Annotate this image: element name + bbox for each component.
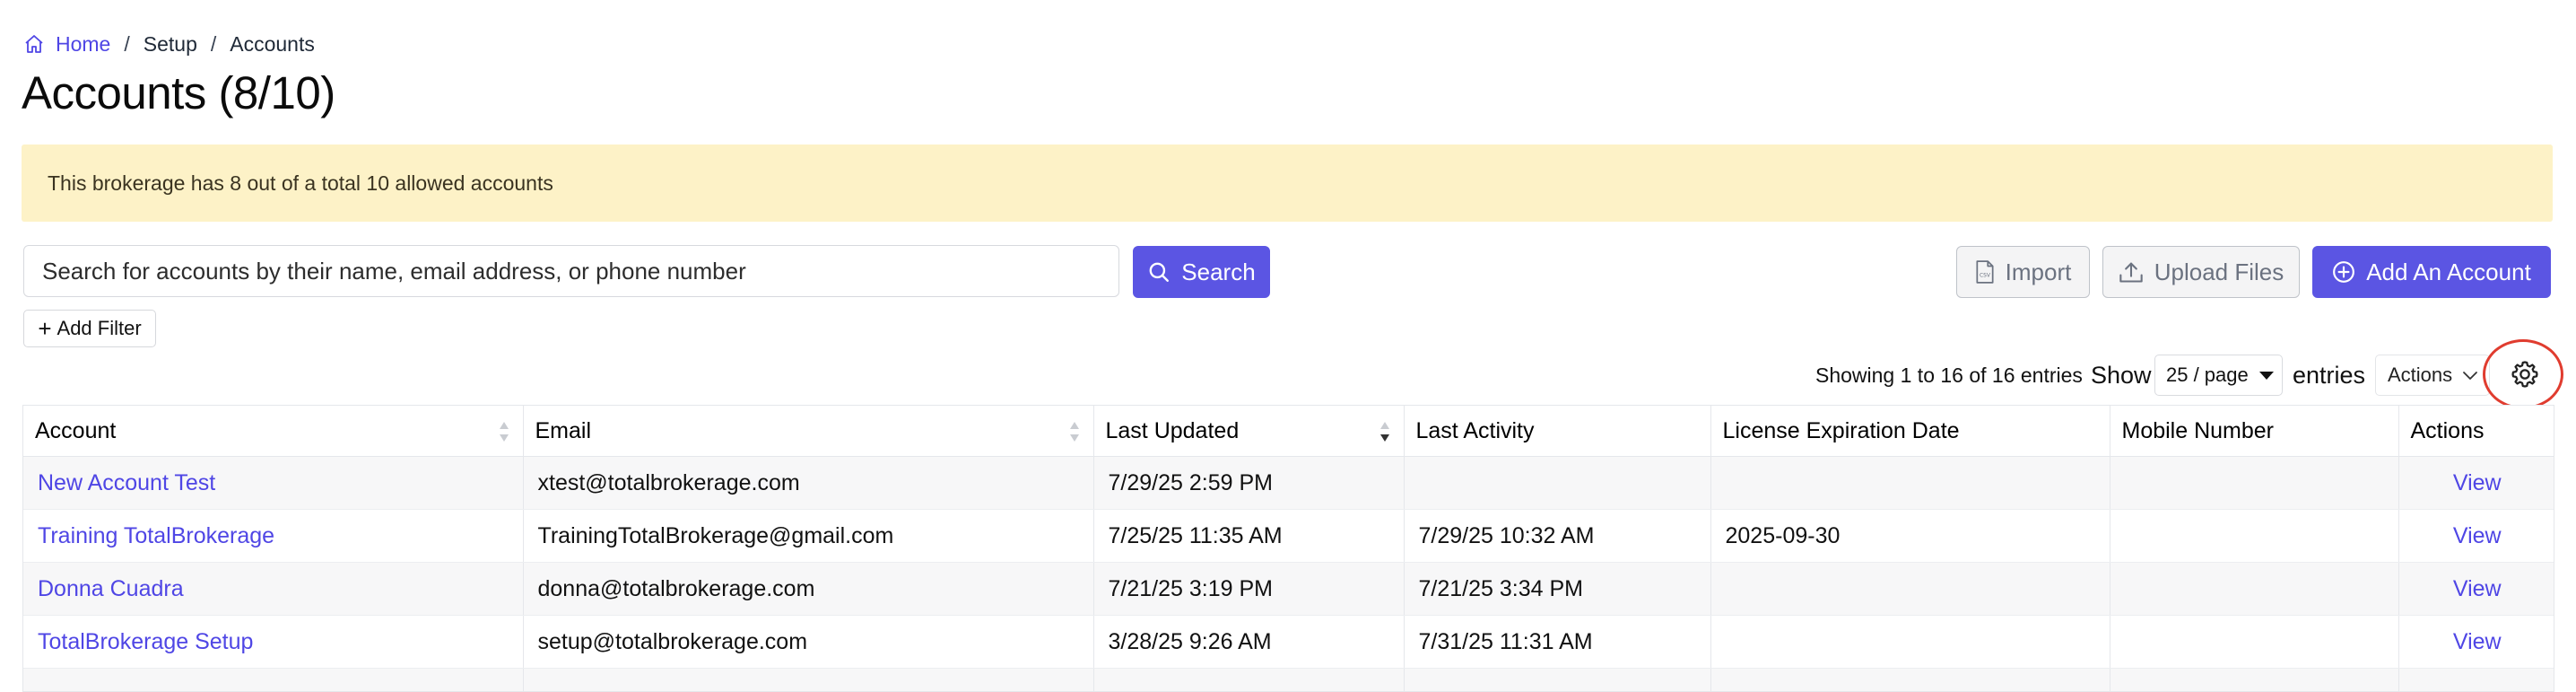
breadcrumb-separator: / bbox=[211, 32, 216, 57]
svg-text:CSV: CSV bbox=[1980, 272, 1991, 278]
last-updated-cell: 7/21/25 3:19 PM bbox=[1093, 563, 1404, 616]
table-row: Donna Cuadra donna@totalbrokerage.com 7/… bbox=[23, 563, 2554, 616]
column-header-license-expiration[interactable]: License Expiration Date bbox=[1710, 406, 2110, 457]
search-button[interactable]: Search bbox=[1133, 246, 1270, 298]
column-header-mobile-number[interactable]: Mobile Number bbox=[2110, 406, 2398, 457]
home-icon[interactable] bbox=[23, 33, 45, 55]
view-link[interactable]: View bbox=[2398, 616, 2554, 669]
mobile-number-cell bbox=[2110, 457, 2398, 510]
add-account-button-label: Add An Account bbox=[2366, 258, 2531, 286]
breadcrumb-home-link[interactable]: Home bbox=[56, 32, 110, 57]
license-expiration-cell bbox=[1710, 457, 2110, 510]
upload-files-button[interactable]: Upload Files bbox=[2102, 246, 2300, 298]
entries-label: entries bbox=[2293, 362, 2365, 389]
table-settings-button[interactable] bbox=[2483, 339, 2569, 411]
accounts-table: Account Email Last Updated Last Activity… bbox=[22, 405, 2554, 692]
table-row bbox=[23, 669, 2554, 692]
last-updated-cell: 7/29/25 2:59 PM bbox=[1093, 457, 1404, 510]
actions-dropdown-label: Actions bbox=[2388, 364, 2452, 387]
table-row: New Account Test xtest@totalbrokerage.co… bbox=[23, 457, 2554, 510]
last-activity-cell: 7/21/25 3:34 PM bbox=[1404, 563, 1710, 616]
notice-text: This brokerage has 8 out of a total 10 a… bbox=[48, 171, 553, 196]
import-button[interactable]: CSV Import bbox=[1956, 246, 2090, 298]
caret-down-icon bbox=[2259, 372, 2274, 380]
account-name-link[interactable]: TotalBrokerage Setup bbox=[23, 616, 523, 669]
gear-icon bbox=[2510, 359, 2540, 390]
mobile-number-cell bbox=[2110, 510, 2398, 563]
account-email: xtest@totalbrokerage.com bbox=[523, 457, 1093, 510]
search-button-label: Search bbox=[1181, 258, 1255, 286]
add-filter-label: Add Filter bbox=[57, 317, 142, 340]
mobile-number-cell bbox=[2110, 563, 2398, 616]
column-header-account[interactable]: Account bbox=[23, 406, 523, 457]
chevron-down-icon bbox=[2461, 369, 2479, 381]
add-filter-button[interactable]: + Add Filter bbox=[23, 310, 156, 347]
view-link[interactable]: View bbox=[2398, 563, 2554, 616]
account-name-link[interactable]: Training TotalBrokerage bbox=[23, 510, 523, 563]
plus-icon: + bbox=[38, 317, 51, 340]
upload-files-button-label: Upload Files bbox=[2154, 258, 2284, 286]
last-updated-cell: 3/28/25 9:26 AM bbox=[1093, 616, 1404, 669]
sort-icon bbox=[1068, 420, 1081, 443]
plus-circle-icon bbox=[2332, 260, 2355, 284]
view-link[interactable]: View bbox=[2398, 510, 2554, 563]
account-email: TrainingTotalBrokerage@gmail.com bbox=[523, 510, 1093, 563]
page-title: Accounts (8/10) bbox=[22, 65, 335, 122]
sort-icon bbox=[498, 420, 510, 443]
breadcrumb: Home / Setup / Accounts bbox=[23, 31, 315, 57]
breadcrumb-separator: / bbox=[124, 32, 129, 57]
page-size-select[interactable]: 25 / page bbox=[2154, 355, 2283, 396]
table-row: TotalBrokerage Setup setup@totalbrokerag… bbox=[23, 616, 2554, 669]
file-csv-icon: CSV bbox=[1975, 260, 1995, 284]
account-email: setup@totalbrokerage.com bbox=[523, 616, 1093, 669]
last-activity-cell bbox=[1404, 457, 1710, 510]
entries-summary: Showing 1 to 16 of 16 entries bbox=[1815, 362, 2083, 389]
account-limit-notice: This brokerage has 8 out of a total 10 a… bbox=[22, 145, 2553, 222]
actions-dropdown[interactable]: Actions bbox=[2375, 355, 2490, 396]
column-header-last-updated[interactable]: Last Updated bbox=[1093, 406, 1404, 457]
license-expiration-cell bbox=[1710, 616, 2110, 669]
upload-icon bbox=[2119, 260, 2144, 284]
account-name-link[interactable]: New Account Test bbox=[23, 457, 523, 510]
breadcrumb-current: Accounts bbox=[230, 32, 315, 57]
import-button-label: Import bbox=[2006, 258, 2072, 286]
license-expiration-cell bbox=[1710, 563, 2110, 616]
mobile-number-cell bbox=[2110, 616, 2398, 669]
last-activity-cell: 7/31/25 11:31 AM bbox=[1404, 616, 1710, 669]
column-header-last-activity[interactable]: Last Activity bbox=[1404, 406, 1710, 457]
account-name-link[interactable]: Donna Cuadra bbox=[23, 563, 523, 616]
table-row: Training TotalBrokerage TrainingTotalBro… bbox=[23, 510, 2554, 563]
license-expiration-cell: 2025-09-30 bbox=[1710, 510, 2110, 563]
last-activity-cell: 7/29/25 10:32 AM bbox=[1404, 510, 1710, 563]
last-updated-cell: 7/25/25 11:35 AM bbox=[1093, 510, 1404, 563]
account-email: donna@totalbrokerage.com bbox=[523, 563, 1093, 616]
search-input[interactable] bbox=[23, 245, 1119, 297]
view-link[interactable]: View bbox=[2398, 457, 2554, 510]
show-label: Show bbox=[2091, 362, 2152, 389]
sort-desc-icon bbox=[1379, 420, 1391, 443]
breadcrumb-setup[interactable]: Setup bbox=[144, 32, 197, 57]
column-header-email[interactable]: Email bbox=[523, 406, 1093, 457]
table-header-row: Account Email Last Updated Last Activity… bbox=[23, 406, 2554, 457]
column-header-actions: Actions bbox=[2398, 406, 2554, 457]
add-account-button[interactable]: Add An Account bbox=[2312, 246, 2551, 298]
page-size-value: 25 / page bbox=[2166, 364, 2249, 387]
search-icon bbox=[1147, 260, 1171, 284]
